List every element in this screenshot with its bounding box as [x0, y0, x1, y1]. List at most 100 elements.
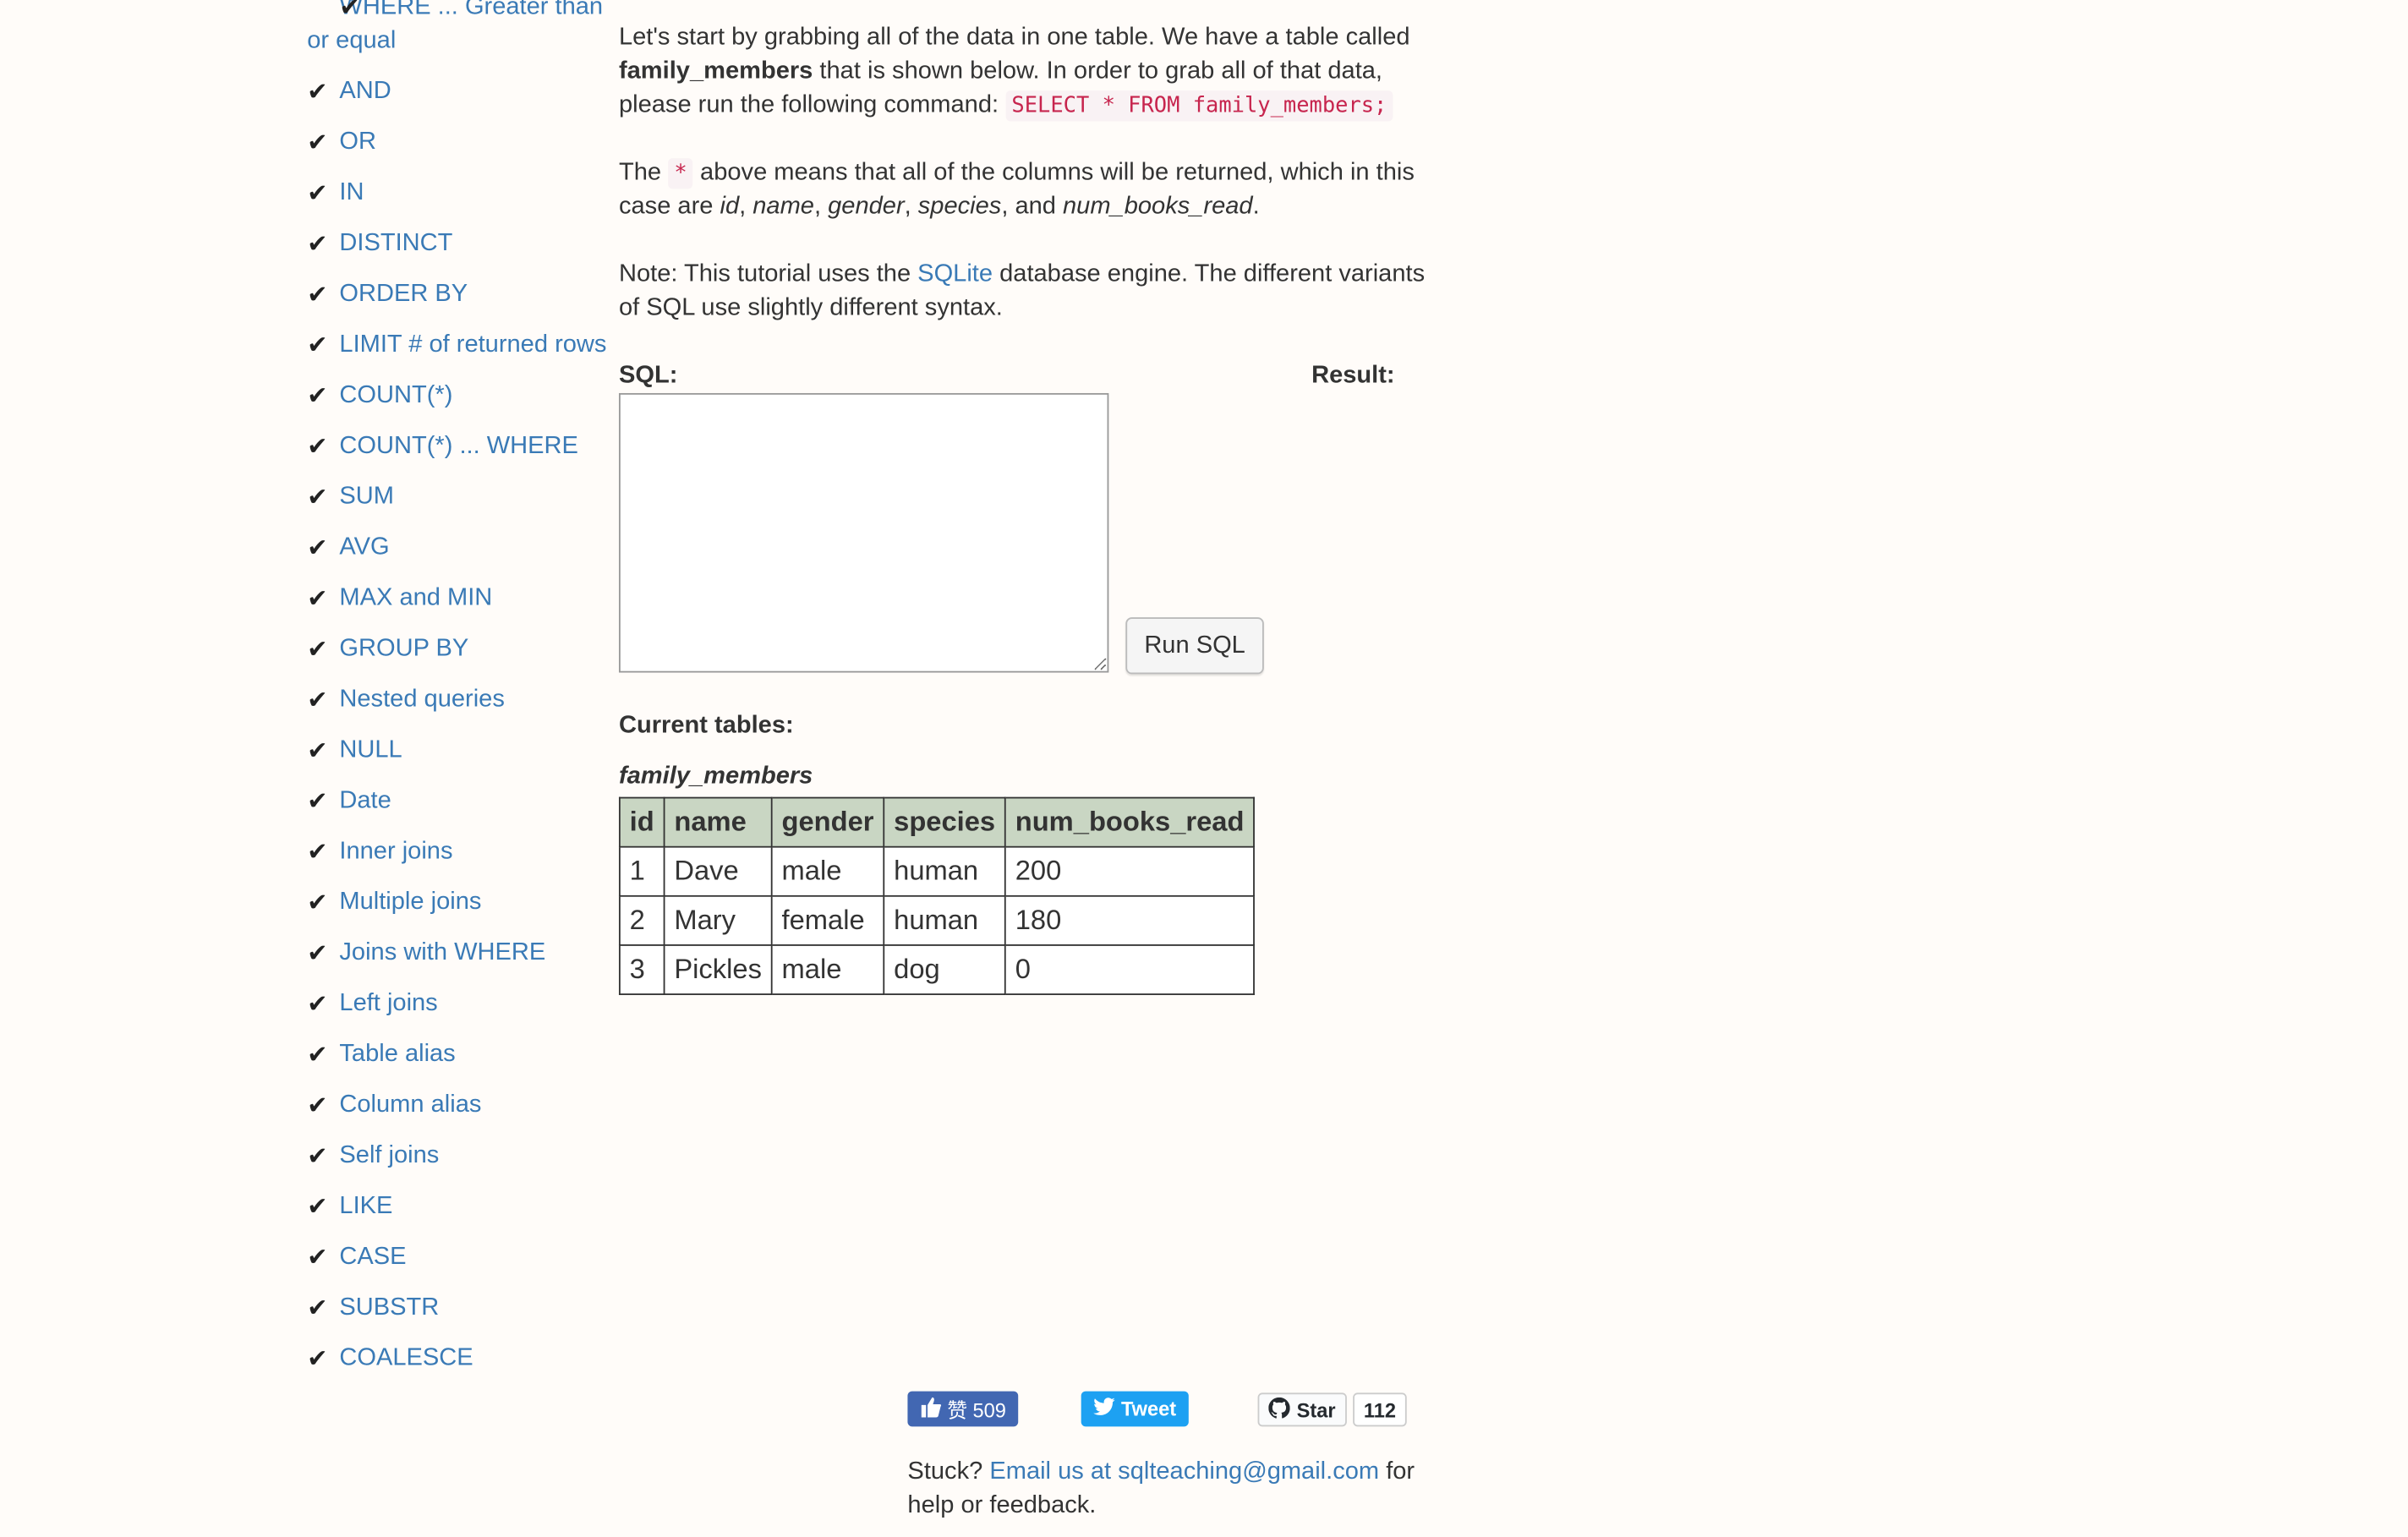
sidebar-link[interactable]: LIMIT # of returned rows: [339, 331, 606, 358]
checkmark-icon: ✔: [307, 941, 328, 968]
checkmark-icon: ✔: [307, 1042, 328, 1069]
sidebar-item[interactable]: ✔ AND: [307, 75, 608, 109]
checkmark-icon: ✔: [307, 282, 328, 309]
sidebar-item[interactable]: ✔ Nested queries: [307, 683, 608, 717]
sidebar-link[interactable]: CASE: [339, 1244, 406, 1270]
lesson-sidebar: ✔ WHERE ... Greater than or equal ✔ AND ✔ O…: [307, 0, 608, 1392]
sidebar-link[interactable]: COUNT(*) ... WHERE: [339, 433, 578, 459]
checkmark-icon: ✔: [307, 181, 328, 208]
page: ✔ WHERE ... Greater than or equal ✔ AND ✔ O…: [0, 0, 2408, 1537]
email-link[interactable]: Email us at sqlteaching@gmail.com: [989, 1458, 1379, 1485]
sidebar-item[interactable]: ✔ MAX and MIN: [307, 582, 608, 615]
sqlite-link[interactable]: SQLite: [917, 261, 993, 287]
sidebar-link[interactable]: IN: [339, 180, 364, 206]
sidebar-item[interactable]: ✔ Self joins: [307, 1140, 608, 1173]
sidebar-link[interactable]: AND: [339, 79, 391, 105]
sidebar-item[interactable]: ✔ SUBSTR: [307, 1292, 608, 1326]
sidebar-link[interactable]: DISTINCT: [339, 230, 452, 256]
sidebar-link[interactable]: SUBSTR: [339, 1294, 439, 1321]
sidebar-item[interactable]: ✔ NULL: [307, 734, 608, 768]
sidebar-link[interactable]: COALESCE: [339, 1345, 473, 1371]
sidebar-item[interactable]: ✔ LIMIT # of returned rows: [307, 329, 608, 363]
run-sql-button[interactable]: Run SQL: [1125, 617, 1264, 675]
sidebar-item[interactable]: ✔ ORDER BY: [307, 278, 608, 312]
facebook-like-button[interactable]: 赞 509: [907, 1391, 1019, 1427]
table-cell: human: [883, 894, 1006, 946]
sidebar-item[interactable]: ✔ OR: [307, 126, 608, 160]
editor-labels: SQL: Result:: [619, 359, 1448, 393]
column-header: gender: [770, 796, 885, 848]
sidebar-item[interactable]: ✔ SUM: [307, 481, 608, 515]
table-cell: 180: [1004, 894, 1256, 946]
columns-paragraph: The * above means that all of the column…: [618, 158, 1415, 220]
sidebar-link[interactable]: Joins with WHERE: [339, 940, 545, 966]
sidebar-link[interactable]: AVG: [339, 534, 389, 561]
sidebar-link[interactable]: OR: [339, 129, 376, 156]
table-cell: 200: [1004, 845, 1256, 897]
table-name-label: family_members: [618, 763, 813, 790]
star-count[interactable]: 112: [1353, 1392, 1407, 1427]
column-name: id: [720, 193, 740, 220]
checkmark-icon: ✔: [307, 992, 328, 1019]
sidebar-item[interactable]: ✔ LIKE: [307, 1190, 608, 1224]
sidebar-link[interactable]: COUNT(*): [339, 382, 452, 408]
sidebar-link[interactable]: MAX and MIN: [339, 585, 492, 611]
sidebar-item[interactable]: ✔ Date: [307, 785, 608, 818]
lesson-content: Let's start by grabbing all of the data …: [618, 21, 1448, 685]
sidebar-item[interactable]: ✔ AVG: [307, 531, 608, 565]
sidebar-link[interactable]: LIKE: [339, 1193, 392, 1219]
checkmark-icon: ✔: [307, 637, 328, 664]
table-header-row: id name gender species num_books_read: [618, 796, 1256, 848]
sql-input[interactable]: [618, 392, 1109, 673]
intro-paragraph: Let's start by grabbing all of the data …: [619, 21, 1448, 123]
checkmark-icon: ✔: [307, 1144, 328, 1171]
sidebar-link[interactable]: Inner joins: [339, 839, 452, 865]
intro-text: Let's start by grabbing all of the data …: [618, 25, 1410, 51]
checkmark-icon: ✔: [307, 789, 328, 816]
column-name: gender: [828, 193, 905, 220]
checkmark-icon: ✔: [339, 0, 360, 22]
result-label: Result:: [1311, 362, 1395, 389]
column-name: species: [917, 193, 1002, 220]
checkmark-icon: ✔: [307, 1295, 328, 1322]
column-name: name: [752, 193, 814, 220]
sidebar-item[interactable]: ✔ COALESCE: [307, 1342, 608, 1376]
sidebar-link[interactable]: Self joins: [339, 1142, 439, 1168]
table-cell: male: [770, 845, 885, 897]
table-cell: human: [883, 845, 1006, 897]
checkmark-icon: ✔: [307, 130, 328, 157]
sidebar-link[interactable]: Multiple joins: [339, 889, 481, 916]
sidebar-link[interactable]: Table alias: [339, 1041, 455, 1067]
tweet-button[interactable]: Tweet: [1081, 1391, 1189, 1427]
sidebar-link[interactable]: GROUP BY: [339, 636, 468, 662]
sidebar-item[interactable]: ✔ Table alias: [307, 1038, 608, 1072]
github-star-button[interactable]: Star: [1257, 1392, 1347, 1427]
table-cell: 2: [618, 894, 665, 946]
sidebar-link[interactable]: Column alias: [339, 1091, 481, 1118]
sidebar-link[interactable]: Date: [339, 788, 391, 814]
sidebar-link[interactable]: NULL: [339, 737, 402, 763]
sidebar-item[interactable]: ✔ Left joins: [307, 987, 608, 1021]
sidebar-item[interactable]: ✔ IN: [307, 177, 608, 211]
table-cell: 3: [618, 944, 665, 995]
sidebar-link[interactable]: ORDER BY: [339, 281, 468, 307]
sidebar-link[interactable]: SUM: [339, 484, 394, 510]
sidebar-item[interactable]: ✔ WHERE ... Greater than or equal: [307, 0, 608, 58]
sidebar-link[interactable]: Left joins: [339, 991, 437, 1017]
table-cell: 0: [1004, 944, 1256, 995]
sidebar-item[interactable]: ✔ GROUP BY: [307, 632, 608, 666]
sidebar-item[interactable]: ✔ COUNT(*) ... WHERE: [307, 430, 608, 464]
sidebar-item[interactable]: ✔ DISTINCT: [307, 227, 608, 261]
sidebar-item[interactable]: ✔ Multiple joins: [307, 886, 608, 920]
table-cell: male: [770, 944, 885, 995]
sidebar-item[interactable]: ✔ Column alias: [307, 1089, 608, 1123]
table-row: 3 Pickles male dog 0: [618, 944, 1256, 995]
checkmark-icon: ✔: [307, 1245, 328, 1272]
checkmark-icon: ✔: [307, 840, 328, 867]
note-paragraph: Note: This tutorial uses the SQLite data…: [619, 258, 1448, 325]
sidebar-item[interactable]: ✔ CASE: [307, 1241, 608, 1275]
sidebar-link[interactable]: Nested queries: [339, 686, 504, 713]
sidebar-item[interactable]: ✔ COUNT(*): [307, 380, 608, 413]
sidebar-item[interactable]: ✔ Inner joins: [307, 835, 608, 869]
sidebar-item[interactable]: ✔ Joins with WHERE: [307, 937, 608, 971]
